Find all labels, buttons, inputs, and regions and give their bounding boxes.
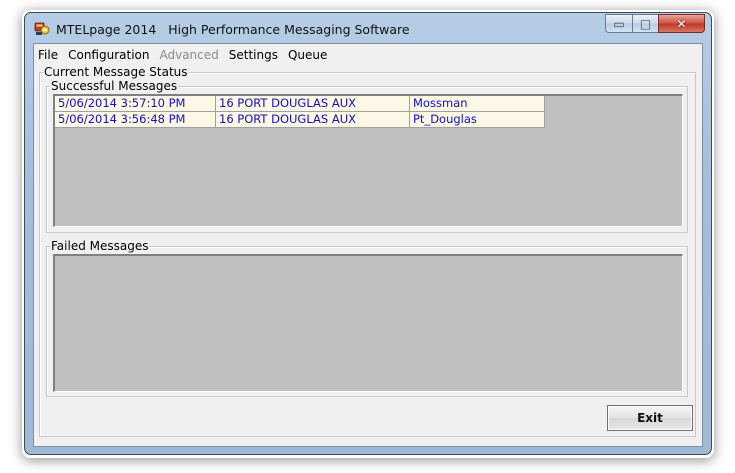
menu-bar: File Configuration Advanced Settings Que…	[34, 44, 702, 64]
maximize-button[interactable]: □	[632, 14, 658, 33]
timestamp-cell: 5/06/2014 3:57:10 PM	[55, 96, 216, 112]
close-button[interactable]: ✕	[658, 14, 705, 33]
page-group-cell: 16 PORT DOUGLAS AUX	[215, 111, 410, 128]
menu-configuration[interactable]: Configuration	[63, 44, 154, 64]
menu-file[interactable]: File	[34, 44, 63, 64]
app-icon	[34, 22, 50, 35]
caption-buttons: ▭ □ ✕	[605, 14, 705, 33]
title-bar[interactable]: MTELpage 2014 High Performance Messaging…	[25, 13, 711, 43]
recipient-cell: Pt_Douglas	[409, 111, 545, 128]
timestamp-cell: 5/06/2014 3:56:48 PM	[55, 111, 216, 128]
table-row[interactable]: 5/06/2014 3:57:10 PM 16 PORT DOUGLAS AUX M…	[55, 96, 545, 112]
menu-settings[interactable]: Settings	[224, 44, 283, 64]
maximize-icon: □	[639, 17, 652, 31]
successful-messages-table: 5/06/2014 3:57:10 PM 16 PORT DOUGLAS AUX M…	[55, 96, 545, 128]
menu-queue[interactable]: Queue	[283, 44, 332, 64]
failed-messages-group: Failed Messages	[46, 239, 688, 397]
client-area: File Configuration Advanced Settings Que…	[33, 43, 703, 447]
current-status-title: Current Message Status	[43, 65, 189, 79]
successful-messages-group: Successful Messages 5/06/2014 3:57:10 PM…	[46, 79, 688, 233]
minimize-icon: ▭	[613, 17, 625, 31]
menu-advanced[interactable]: Advanced	[154, 44, 223, 64]
page-group-cell: 16 PORT DOUGLAS AUX	[215, 96, 410, 112]
current-status-group: Current Message Status Successful Messag…	[39, 65, 696, 437]
recipient-cell: Mossman	[409, 96, 545, 112]
table-row[interactable]: 5/06/2014 3:56:48 PM 16 PORT DOUGLAS AUX P…	[55, 111, 545, 128]
minimize-button[interactable]: ▭	[605, 14, 632, 33]
close-icon: ✕	[676, 17, 687, 31]
exit-button[interactable]: Exit	[607, 405, 693, 431]
failed-messages-title: Failed Messages	[50, 239, 150, 253]
window-title: MTELpage 2014 High Performance Messaging…	[56, 22, 410, 37]
failed-messages-grid[interactable]	[53, 254, 683, 392]
successful-messages-rows: 5/06/2014 3:57:10 PM 16 PORT DOUGLAS AUX M…	[55, 96, 545, 128]
successful-messages-grid[interactable]: 5/06/2014 3:57:10 PM 16 PORT DOUGLAS AUX M…	[53, 94, 683, 227]
successful-messages-title: Successful Messages	[50, 79, 179, 93]
main-window: MTELpage 2014 High Performance Messaging…	[24, 12, 712, 455]
